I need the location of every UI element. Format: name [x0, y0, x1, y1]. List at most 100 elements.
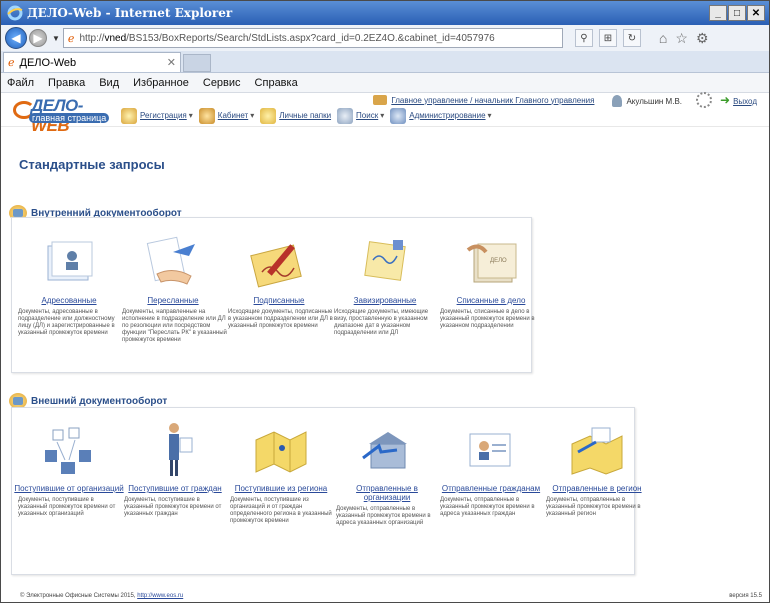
url-rest: /BS153/BoxReports/Search/StdLists.aspx?c… — [126, 32, 495, 44]
close-window-button[interactable]: ✕ — [747, 5, 765, 21]
browser-window: ДЕЛО-Web - Internet Explorer _ □ ✕ ◀ ▶ ▼… — [0, 0, 770, 603]
browser-tab[interactable]: ℯ ДЕЛО-Web ✕ — [3, 52, 181, 72]
card-from-region: Поступившие из региона Документы, поступ… — [226, 418, 336, 525]
region-map-icon — [226, 418, 336, 482]
forward-button[interactable]: ▶ — [29, 29, 47, 47]
sent-organizations-icon — [332, 418, 442, 482]
card-from-citizens-desc: Документы, поступившие в указанный проме… — [124, 497, 222, 517]
compat-view-icon[interactable]: ⊞ — [598, 29, 617, 47]
footer-link[interactable]: http://www.eos.ru — [137, 593, 183, 599]
header-user-area: Главное управление / начальник Главного … — [373, 92, 757, 129]
card-to-region-link[interactable]: Отправленные в регион — [542, 484, 652, 493]
search-icon[interactable]: ⚲ — [574, 29, 593, 47]
page-title: Стандартные запросы — [19, 157, 165, 172]
internal-panel: Адресованные Документы, адресованные в п… — [11, 217, 535, 373]
nav-personal-folders[interactable]: Личные папки — [260, 107, 331, 124]
card-from-citizens: Поступившие от граждан Документы, поступ… — [120, 418, 230, 518]
card-signed-link[interactable]: Подписанные — [224, 296, 334, 305]
app-logo[interactable]: ДЕЛО-WEB главная страница — [13, 95, 121, 135]
menu-help[interactable]: Справка — [255, 77, 298, 89]
addressed-icon — [14, 230, 124, 294]
address-tools: ⚲ ⊞ ↻ ⌂ ☆ ⚙ — [574, 29, 709, 47]
department-icon — [373, 95, 388, 105]
nav-cabinet[interactable]: Кабинет ▾ — [198, 107, 254, 124]
filed-folder-icon: ДЕЛО — [436, 230, 546, 294]
settings-gear-icon[interactable] — [696, 92, 712, 108]
card-endorsed: Завизированные Исходящие документы, имею… — [330, 230, 440, 337]
folder-icon — [260, 107, 277, 124]
minimize-button[interactable]: _ — [709, 5, 727, 21]
card-filed-desc: Документы, списанные в дело в указанный … — [440, 309, 535, 329]
nav-registration[interactable]: Регистрация ▾ — [121, 107, 193, 124]
card-filed: ДЕЛО Списанные в дело Документы, списанн… — [436, 230, 546, 330]
window-title: ДЕЛО-Web - Internet Explorer — [27, 6, 233, 20]
card-addressed-desc: Документы, адресованные в подразделение … — [18, 309, 115, 336]
citizen-icon — [120, 418, 230, 482]
menu-bar: Файл Правка Вид Избранное Сервис Справка — [1, 73, 769, 93]
registration-icon — [121, 107, 137, 124]
sent-citizens-icon — [436, 418, 546, 482]
card-addressed-link[interactable]: Адресованные — [14, 296, 124, 305]
tools-gear-icon[interactable]: ⚙ — [696, 30, 709, 47]
tab-page-icon: ℯ — [8, 57, 15, 69]
card-to-organizations: Отправленные в организации Документы, от… — [332, 418, 442, 527]
card-to-region: Отправленные в регион Документы, отправл… — [542, 418, 652, 518]
tab-label: ДЕЛО-Web — [19, 56, 77, 69]
title-bar: ДЕЛО-Web - Internet Explorer _ □ ✕ — [1, 1, 769, 25]
browser-icons: ⌂ ☆ ⚙ — [659, 30, 709, 47]
card-filed-link[interactable]: Списанные в дело — [436, 296, 546, 305]
tab-bar: ℯ ДЕЛО-Web ✕ — [1, 51, 769, 73]
url-input[interactable]: ℯ http://vned/BS153/BoxReports/Search/St… — [62, 28, 563, 48]
card-to-region-desc: Документы, отправленные в указанный пром… — [546, 497, 641, 517]
card-from-citizens-link[interactable]: Поступившие от граждан — [120, 484, 230, 493]
card-signed-desc: Исходящие документы, подписанные в указа… — [228, 309, 333, 329]
card-to-citizens: Отправленные гражданам Документы, отправ… — [436, 418, 546, 518]
home-icon[interactable]: ⌂ — [659, 30, 667, 47]
page-icon: ℯ — [67, 32, 75, 45]
version-label: версия 15.5 — [729, 593, 762, 599]
card-signed: Подписанные Исходящие документы, подписа… — [224, 230, 334, 330]
card-forwarded-link[interactable]: Пересланные — [118, 296, 228, 305]
card-forwarded-desc: Документы, направленные на исполнение в … — [122, 309, 227, 343]
card-forwarded: Пересланные Документы, направленные на и… — [118, 230, 228, 344]
signed-icon — [224, 230, 334, 294]
search-binoculars-icon — [337, 107, 354, 124]
endorsed-icon — [330, 230, 440, 294]
organizations-icon — [14, 418, 124, 482]
favorites-star-icon[interactable]: ☆ — [675, 30, 688, 47]
url-prefix: http:// — [79, 32, 105, 44]
back-button[interactable]: ◀ — [5, 27, 27, 49]
ie-logo-icon — [7, 5, 23, 21]
address-bar: ◀ ▶ ▼ ℯ http://vned/BS153/BoxReports/Sea… — [1, 25, 769, 51]
card-to-organizations-desc: Документы, отправленные в указанный пром… — [336, 506, 431, 526]
menu-file[interactable]: Файл — [7, 77, 34, 89]
card-to-organizations-link[interactable]: Отправленные в организации — [332, 484, 442, 502]
department-link[interactable]: Главное управление / начальник Главного … — [373, 95, 594, 105]
history-dropdown-icon[interactable]: ▼ — [52, 34, 60, 43]
card-addressed: Адресованные Документы, адресованные в п… — [14, 230, 124, 337]
menu-favorites[interactable]: Избранное — [133, 77, 189, 89]
card-to-citizens-link[interactable]: Отправленные гражданам — [436, 484, 546, 493]
window-controls: _ □ ✕ — [709, 5, 765, 21]
menu-edit[interactable]: Правка — [48, 77, 85, 89]
exit-arrow-icon: ➜ — [720, 93, 731, 107]
maximize-button[interactable]: □ — [728, 5, 746, 21]
exit-link[interactable]: ➜ Выход — [720, 93, 757, 107]
cabinet-icon — [198, 107, 215, 124]
menu-tools[interactable]: Сервис — [203, 77, 241, 89]
external-panel: Поступившие от организаций Документы, по… — [11, 407, 642, 575]
refresh-icon[interactable]: ↻ — [622, 29, 641, 47]
card-endorsed-desc: Исходящие документы, имеющие визу, прост… — [334, 309, 429, 336]
new-tab-button[interactable] — [183, 54, 211, 72]
card-to-citizens-desc: Документы, отправленные в указанный пром… — [440, 497, 535, 517]
page-content: Стандартные запросы Внутренний документо… — [2, 153, 768, 602]
logo-subtitle: главная страница — [29, 112, 110, 123]
card-endorsed-link[interactable]: Завизированные — [330, 296, 440, 305]
card-from-organizations: Поступившие от организаций Документы, по… — [14, 418, 124, 518]
menu-view[interactable]: Вид — [99, 77, 119, 89]
user-name: Акульшин М.В. — [612, 95, 682, 107]
svg-text:ДЕЛО: ДЕЛО — [490, 258, 507, 264]
card-from-region-link[interactable]: Поступившие из региона — [226, 484, 336, 493]
card-from-organizations-link[interactable]: Поступившие от организаций — [14, 484, 124, 493]
tab-close-icon[interactable]: ✕ — [167, 56, 176, 69]
